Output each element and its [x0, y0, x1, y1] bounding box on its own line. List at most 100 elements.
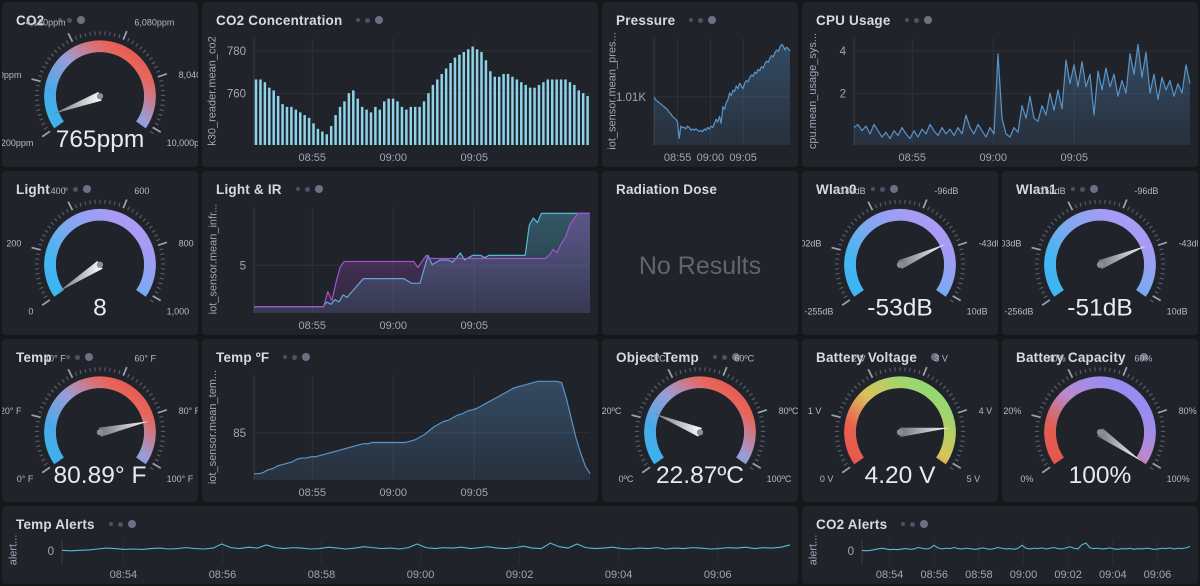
svg-text:760: 760 — [227, 89, 246, 101]
panel-menu-dots-icon[interactable] — [901, 520, 929, 528]
svg-text:09:00: 09:00 — [1010, 569, 1038, 581]
svg-text:10,000ppm: 10,000ppm — [167, 138, 198, 148]
panel-co2-concentration[interactable]: CO2 Concentration k30_reader.mean_co2 78… — [202, 2, 598, 167]
y-axis-label: iot_sensor.mean_pres... — [607, 31, 619, 150]
panel-co2-alerts[interactable]: CO2 Alerts alert... 0 08:54 08:56 08:58 09:0… — [802, 506, 1198, 584]
panel-cpu-usage[interactable]: CPU Usage cpu.mean_usage_sys... 4 2 08:55 0… — [802, 2, 1198, 167]
svg-text:09:00: 09:00 — [379, 320, 407, 332]
svg-text:0%: 0% — [1020, 474, 1033, 484]
svg-text:10dB: 10dB — [1167, 306, 1188, 316]
svg-text:09:04: 09:04 — [1099, 569, 1127, 581]
radiation-body: No Results — [602, 197, 798, 335]
svg-text:09:00: 09:00 — [379, 487, 407, 499]
svg-text:09:00: 09:00 — [697, 152, 725, 164]
svg-text:-150dB: -150dB — [1037, 186, 1066, 196]
svg-text:08:58: 08:58 — [308, 569, 336, 581]
panel-title: CO2 Alerts — [816, 516, 888, 532]
panel-menu-dots-icon[interactable] — [295, 185, 323, 193]
gauge-wlan0: -255dB -202dB -149dB -96dB -43dB 10dB -53dB — [802, 171, 998, 335]
y-axis-label: iot_sensor.mean_infr... — [207, 203, 219, 315]
svg-text:60ºC: 60ºC — [734, 353, 754, 363]
svg-text:-256dB: -256dB — [1004, 306, 1033, 316]
svg-text:200ppm: 200ppm — [2, 138, 33, 148]
panel-light-ir[interactable]: Light & IR iot_sensor.mean_infr... 5 08:5… — [202, 171, 598, 335]
chart-cpu-usage: cpu.mean_usage_sys... 4 2 08:55 09:00 09:05 — [802, 28, 1198, 167]
svg-text:40ºC: 40ºC — [646, 353, 666, 363]
svg-text:4.20 V: 4.20 V — [865, 462, 936, 489]
panel-light[interactable]: Light 0 200 400 600 800 1,000 8 — [2, 171, 198, 335]
chart-light-ir: iot_sensor.mean_infr... 5 08:55 09:00 09:05 — [202, 197, 598, 335]
gauge-battery-voltage: 0 V 1 V 2 V 3 V 4 V 5 V 4.20 V — [802, 339, 998, 502]
panel-menu-dots-icon[interactable] — [356, 16, 384, 24]
svg-text:10dB: 10dB — [967, 306, 988, 316]
panel-temp[interactable]: Temp 0° F20° F40° F60° F80° F100° F80.89… — [2, 339, 198, 502]
svg-text:100ºC: 100ºC — [767, 474, 792, 484]
svg-text:08:54: 08:54 — [876, 569, 904, 581]
panel-menu-dots-icon[interactable] — [283, 353, 311, 361]
svg-text:-43dB: -43dB — [979, 239, 998, 249]
svg-text:200: 200 — [6, 239, 21, 249]
svg-text:20%: 20% — [1003, 406, 1021, 416]
svg-text:1,000: 1,000 — [167, 306, 190, 316]
svg-text:780: 780 — [227, 46, 246, 58]
svg-text:60° F: 60° F — [134, 353, 156, 363]
svg-text:09:05: 09:05 — [1060, 152, 1088, 164]
svg-text:09:05: 09:05 — [729, 152, 757, 164]
svg-text:09:02: 09:02 — [1054, 569, 1082, 581]
gauge-battery-capacity: 0% 20% 40% 60% 80% 100% 100% — [1002, 339, 1198, 502]
gauge-wlan1: -256dB -203dB -150dB -96dB -43dB 10dB -51dB — [1002, 171, 1198, 335]
svg-text:09:05: 09:05 — [460, 152, 488, 164]
svg-text:100%: 100% — [1069, 462, 1132, 489]
svg-text:08:56: 08:56 — [921, 569, 949, 581]
svg-text:-96dB: -96dB — [934, 186, 958, 196]
chart-canvas: 4 2 08:55 09:00 09:05 — [802, 28, 1198, 167]
panel-co2[interactable]: CO2 200ppm2,160ppm4,120ppm6,080ppm8,040p… — [2, 2, 198, 167]
svg-text:80° F: 80° F — [179, 406, 198, 416]
svg-text:09:06: 09:06 — [704, 569, 732, 581]
svg-text:-202dB: -202dB — [802, 239, 821, 249]
panel-wlan1[interactable]: Wlan1 -256dB-203dB-150dB-96dB-43dB10dB-5… — [1002, 171, 1198, 335]
chart-temp-f: iot_sensor.mean_tem... 85 08:55 09:00 09:05 — [202, 365, 598, 502]
svg-text:-149dB: -149dB — [837, 186, 866, 196]
svg-text:85: 85 — [233, 428, 246, 440]
panel-radiation-dose[interactable]: Radiation Dose No Results — [602, 171, 798, 335]
svg-text:22.87ºC: 22.87ºC — [656, 462, 744, 489]
chart-canvas: 780 760 08:55 09:00 09:05 — [202, 28, 598, 167]
svg-text:100%: 100% — [1167, 474, 1190, 484]
panel-battery-capacity[interactable]: Battery Capacity 0% 20% 40% 60% 80% 100% 100% — [1002, 339, 1198, 502]
svg-text:2 V: 2 V — [852, 353, 866, 363]
panel-battery-voltage[interactable]: Battery Voltage 0 V1 V2 V3 V4 V5 V 4.20 V — [802, 339, 998, 502]
panel-menu-dots-icon[interactable] — [689, 16, 717, 24]
svg-text:800: 800 — [179, 239, 194, 249]
svg-text:09:00: 09:00 — [379, 152, 407, 164]
panel-menu-dots-icon[interactable] — [904, 16, 932, 24]
panel-pressure[interactable]: Pressure iot_sensor.mean_pres... 1.01K 08… — [602, 2, 798, 167]
panel-temp-f[interactable]: Temp ºF iot_sensor.mean_tem... 85 08:55 09… — [202, 339, 598, 502]
svg-text:08:55: 08:55 — [299, 152, 327, 164]
svg-text:3 V: 3 V — [934, 353, 948, 363]
panel-title: CO2 Concentration — [216, 12, 343, 28]
chart-canvas: 85 08:55 09:00 09:05 — [202, 365, 598, 502]
chart-temp-alerts: alert... 0 08:54 08:56 08:58 09:00 09:02 09:04… — [2, 532, 798, 584]
svg-text:0: 0 — [28, 306, 33, 316]
chart-co2-alerts: alert... 0 08:54 08:56 08:58 09:00 09:02 09:04… — [802, 532, 1198, 584]
y-axis-label: iot_sensor.mean_tem... — [207, 369, 219, 484]
svg-text:400: 400 — [51, 186, 66, 196]
svg-text:1 V: 1 V — [808, 406, 822, 416]
dashboard-grid: CO2 200ppm2,160ppm4,120ppm6,080ppm8,040p… — [0, 0, 1200, 586]
svg-text:80%: 80% — [1179, 406, 1197, 416]
panel-menu-dots-icon[interactable] — [108, 520, 136, 528]
svg-text:40%: 40% — [1048, 353, 1066, 363]
panel-title: Pressure — [616, 12, 676, 28]
svg-text:600: 600 — [134, 186, 149, 196]
panel-wlan0[interactable]: Wlan0 -255dB-202dB-149dB-96dB-43dB10dB-5… — [802, 171, 998, 335]
svg-text:0: 0 — [848, 546, 854, 558]
no-results-text: No Results — [638, 251, 762, 280]
svg-text:08:58: 08:58 — [965, 569, 993, 581]
svg-text:-53dB: -53dB — [867, 295, 932, 322]
panel-object-temp[interactable]: Object Temp 0ºC 20ºC 40ºC 60ºC 80ºC 100ºC 22.8… — [602, 339, 798, 502]
svg-text:-255dB: -255dB — [804, 306, 833, 316]
panel-title: Temp ºF — [216, 349, 270, 365]
panel-temp-alerts[interactable]: Temp Alerts alert... 0 08:54 08:56 08:58 09:… — [2, 506, 798, 584]
y-axis-label: alert... — [807, 534, 820, 566]
